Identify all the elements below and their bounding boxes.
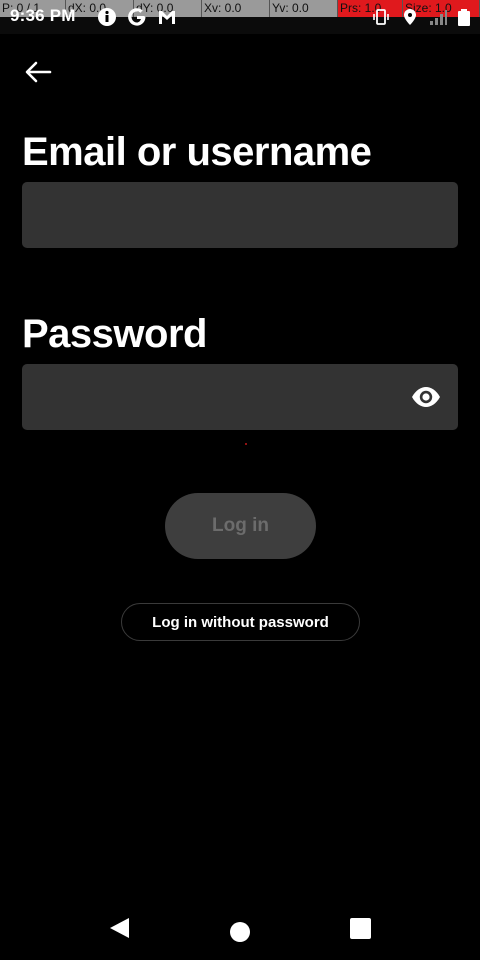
google-icon — [127, 7, 147, 27]
nav-recents-button[interactable] — [350, 918, 371, 939]
login-button[interactable]: Log in — [165, 493, 316, 559]
eye-icon — [412, 387, 440, 407]
arrow-left-icon — [25, 61, 52, 83]
password-field[interactable] — [22, 364, 458, 430]
signal-icon — [428, 7, 448, 27]
email-field-container[interactable] — [22, 182, 458, 248]
nav-back-button[interactable] — [108, 916, 132, 940]
battery-icon — [454, 7, 474, 27]
login-without-password-button[interactable]: Log in without password — [121, 603, 360, 641]
location-icon — [400, 7, 420, 27]
vibrate-icon — [371, 7, 391, 27]
triangle-back-icon — [110, 918, 129, 938]
back-button[interactable] — [20, 55, 56, 91]
clock: 9:36 PM — [10, 6, 76, 25]
info-icon — [97, 7, 117, 27]
show-password-button[interactable] — [410, 382, 442, 412]
email-field[interactable] — [22, 182, 458, 248]
password-label: Password — [22, 312, 207, 356]
email-label: Email or username — [22, 130, 372, 174]
debug-yv: Yv: 0.0 — [270, 0, 338, 17]
status-bar: P: 0 / 1 dX: 0.0 dY: 0.0 Xv: 0.0 Yv: 0.0… — [0, 0, 480, 34]
password-field-container[interactable] — [22, 364, 458, 430]
nav-home-button[interactable] — [230, 922, 250, 942]
debug-xv: Xv: 0.0 — [202, 0, 270, 17]
focus-indicator-dot — [245, 443, 247, 445]
gmail-icon — [157, 7, 177, 27]
